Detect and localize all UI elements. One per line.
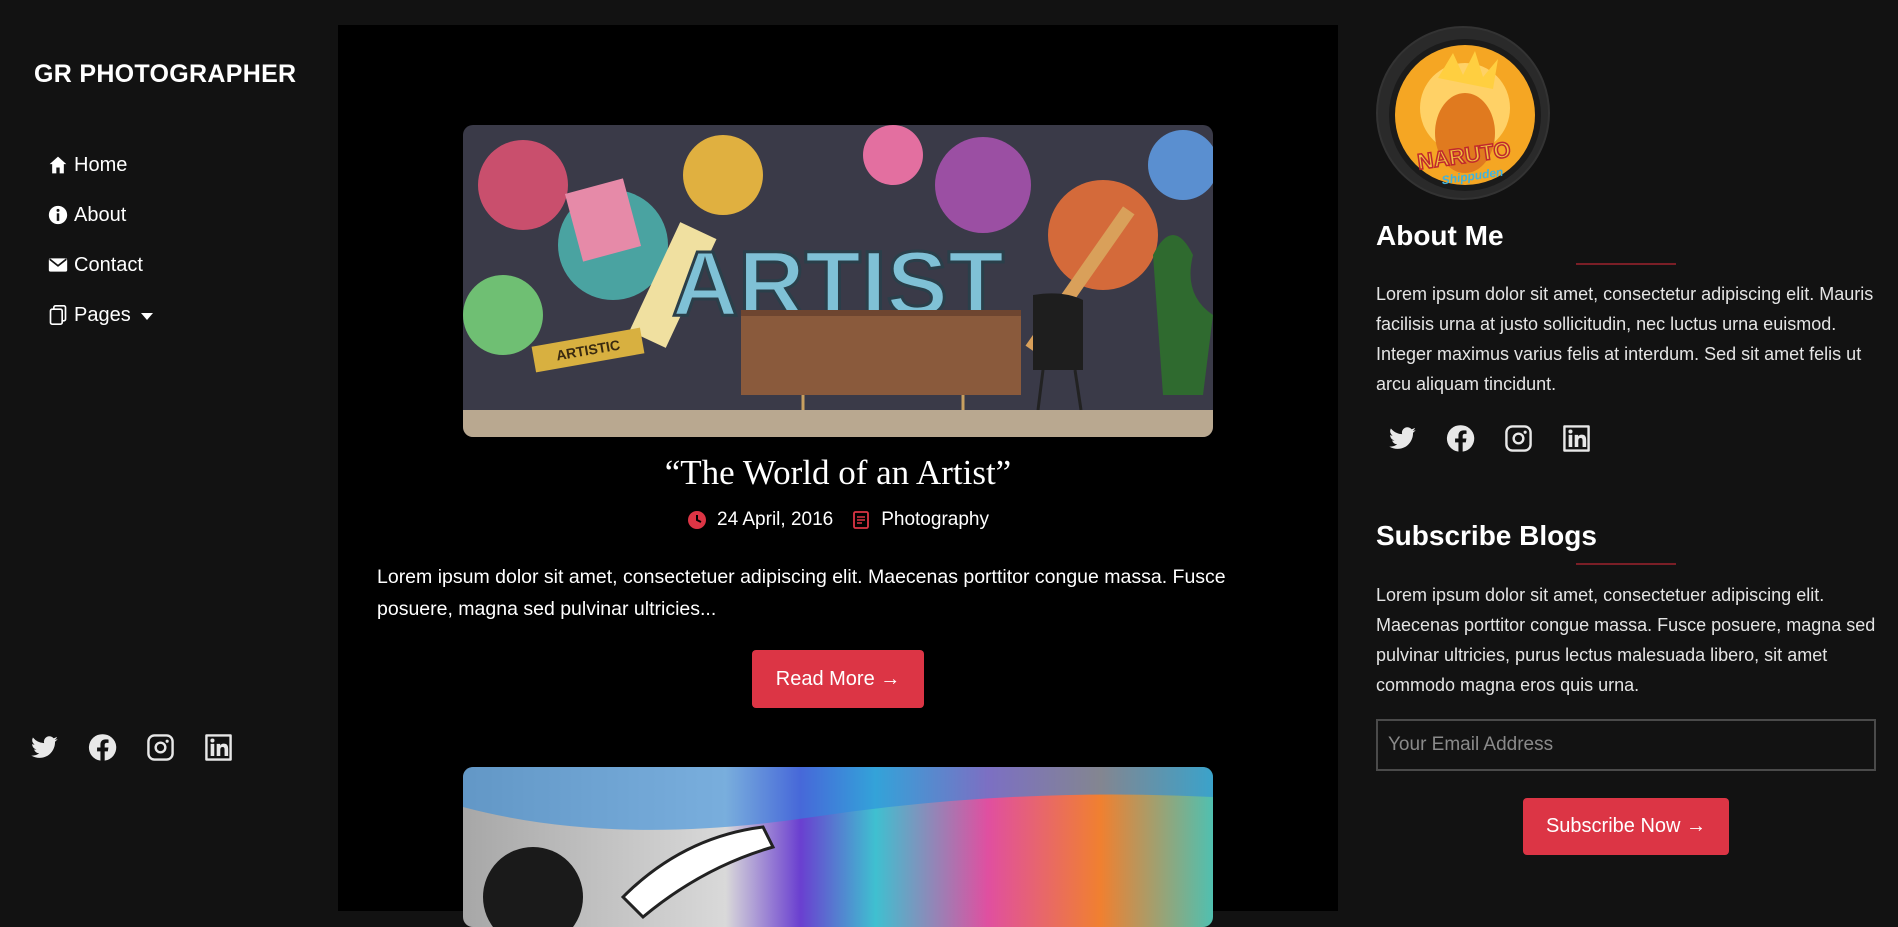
post-image[interactable]: ARTIST ARTISTIC	[463, 125, 1213, 437]
about-social-links	[1388, 424, 1591, 453]
nav-item-pages[interactable]: Pages	[48, 290, 153, 340]
about-heading: About Me	[1376, 220, 1504, 251]
twitter-icon[interactable]	[1388, 424, 1417, 453]
about-text: Lorem ipsum dolor sit amet, consectetur …	[1376, 284, 1874, 394]
subscribe-heading: Subscribe Blogs	[1376, 520, 1597, 551]
about-heading-underline	[1576, 263, 1676, 265]
email-field[interactable]	[1376, 719, 1876, 771]
read-more-button[interactable]: Read More →	[752, 650, 924, 708]
nav-home-label: Home	[74, 153, 128, 176]
avatar: NARUTO Shippuden	[1376, 26, 1550, 200]
envelope-icon	[48, 258, 68, 272]
main-content: ARTIST ARTISTIC “The World of an Artist”…	[338, 25, 1338, 927]
twitter-icon[interactable]	[30, 733, 59, 762]
post-title[interactable]: “The World of an Artist”	[338, 453, 1338, 493]
home-icon	[49, 156, 67, 174]
subscribe-text: Lorem ipsum dolor sit amet, consectetuer…	[1376, 585, 1876, 695]
document-icon	[853, 511, 870, 529]
linkedin-icon[interactable]	[1562, 424, 1591, 453]
clock-icon	[688, 511, 707, 529]
right-sidebar: NARUTO Shippuden About Me Lorem ipsum do…	[1338, 0, 1898, 911]
facebook-icon[interactable]	[1446, 424, 1475, 453]
instagram-icon[interactable]	[1504, 424, 1533, 453]
post-image-2[interactable]	[463, 767, 1213, 927]
facebook-icon[interactable]	[88, 733, 117, 762]
subscribe-button[interactable]: Subscribe Now →	[1523, 798, 1729, 855]
info-icon	[48, 205, 68, 225]
site-brand[interactable]: GR PHOTOGRAPHER	[34, 60, 296, 89]
pages-icon	[49, 305, 67, 325]
nav-item-home[interactable]: Home	[48, 140, 153, 190]
subscribe-heading-underline	[1576, 563, 1676, 565]
nav-item-contact[interactable]: Contact	[48, 240, 153, 290]
nav-item-about[interactable]: About	[48, 190, 153, 240]
post-date: 24 April, 2016	[717, 509, 834, 530]
instagram-icon[interactable]	[146, 733, 175, 762]
chevron-down-icon	[140, 312, 153, 320]
post-category[interactable]: Photography	[881, 509, 989, 531]
main-nav: Home About Contact Pages	[48, 140, 153, 340]
post-meta: 24 April, 2016 Photography	[338, 509, 1338, 531]
nav-contact-label: Contact	[74, 253, 143, 276]
sidebar-social-links	[30, 733, 233, 762]
nav-pages-label: Pages	[74, 303, 131, 326]
left-sidebar: GR PHOTOGRAPHER Home About Contact Pages	[0, 0, 338, 911]
post-excerpt: Lorem ipsum dolor sit amet, consectetuer…	[377, 566, 1226, 620]
linkedin-icon[interactable]	[204, 733, 233, 762]
nav-about-label: About	[74, 203, 127, 226]
